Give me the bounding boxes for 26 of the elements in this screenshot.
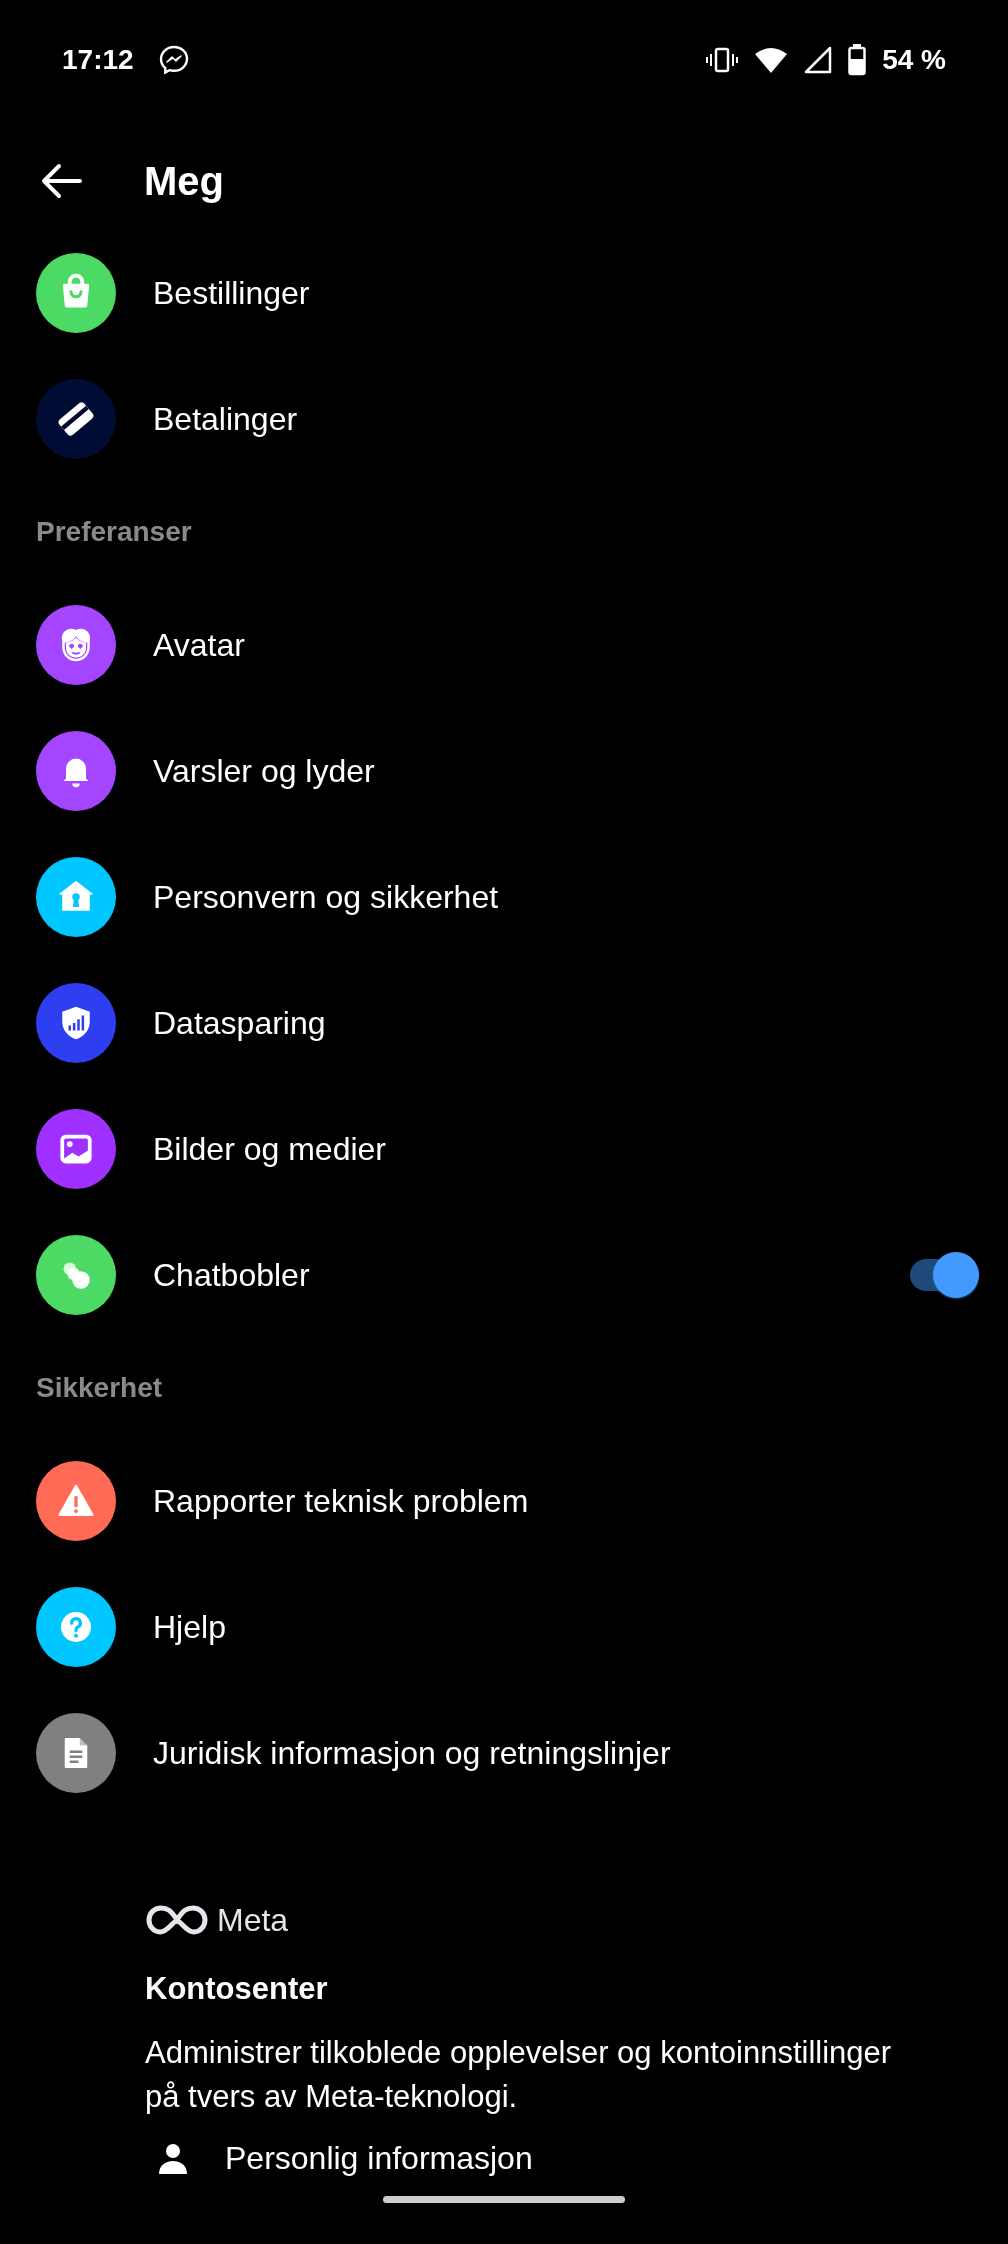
vibrate-icon: [706, 46, 739, 74]
setting-label[interactable]: Betalinger: [153, 395, 298, 443]
setting-label[interactable]: Rapporter teknisk problem: [153, 1477, 529, 1525]
setting-label[interactable]: Datasparing: [153, 999, 326, 1047]
setting-label[interactable]: Hjelp: [153, 1603, 226, 1651]
setting-label[interactable]: Juridisk informasjon og retningslinjer: [153, 1729, 671, 1777]
section-heading: Preferanser: [35, 515, 193, 549]
battery-percent: 54 %: [882, 43, 946, 77]
infinity-logo-icon: [145, 1904, 209, 1936]
page-title: Meg: [144, 158, 224, 205]
battery-icon: [848, 44, 867, 76]
setting-label[interactable]: Bilder og medier: [153, 1125, 386, 1173]
account-link[interactable]: Personlig informasjon: [225, 2140, 533, 2177]
signal-icon: [804, 46, 833, 74]
section-heading: Sikkerhet: [35, 1371, 164, 1405]
setting-label[interactable]: Chatbobler: [153, 1251, 310, 1299]
setting-label[interactable]: Avatar: [153, 621, 245, 669]
section-title: Kontosenter: [145, 1970, 329, 2008]
setting-label[interactable]: Varsler og lyder: [153, 747, 375, 795]
clock-time: 17:12: [62, 43, 134, 77]
messenger-icon: [157, 44, 190, 76]
section-description: Administrer tilkoblede opplevelser og kontoinnstillinger på tvers av Meta-teknologi.: [145, 2033, 893, 2116]
setting-label[interactable]: Personvern og sikkerhet: [153, 873, 499, 921]
wifi-icon: [754, 46, 789, 74]
brand-name: Meta: [217, 1901, 289, 1940]
setting-label[interactable]: Bestillinger: [153, 269, 310, 317]
